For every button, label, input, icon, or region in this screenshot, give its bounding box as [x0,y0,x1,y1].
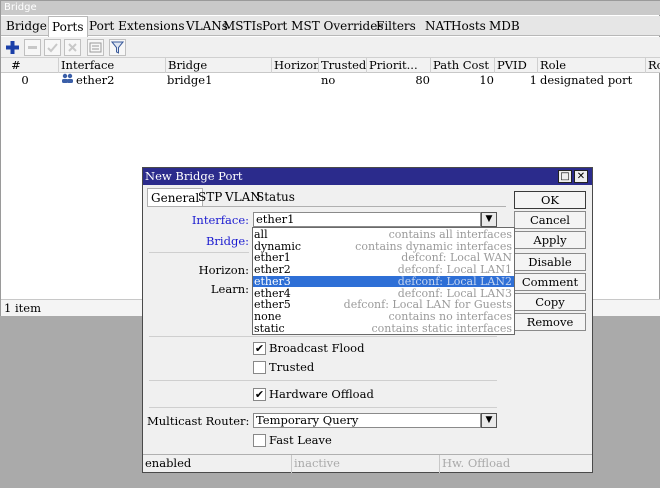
dialog-tab-status[interactable]: Status [253,188,298,206]
dropdown-option-ether3[interactable]: ether3 defconf: Local LAN2 [253,276,514,288]
trusted-checkbox[interactable] [253,361,266,374]
col-role[interactable]: Role [537,58,645,73]
disable-icon[interactable] [64,39,81,56]
interface-field[interactable]: ether1 [253,212,481,227]
col-bridge[interactable]: Bridge [165,58,271,73]
col-trusted[interactable]: Trusted [318,58,366,73]
multicast-router-select[interactable]: Temporary Query [253,413,481,428]
toolbar [1,37,660,58]
fast-leave-checkbox[interactable] [253,434,266,447]
remove-icon[interactable] [24,39,41,56]
horizon-label: Horizon: [198,263,249,277]
apply-button[interactable]: Apply [514,231,586,249]
divider [149,336,497,337]
filter-icon[interactable] [109,39,126,56]
close-icon[interactable]: ✕ [574,170,588,183]
tab-filters[interactable]: Filters [373,16,419,36]
col-path-cost[interactable]: Path Cost [430,58,494,73]
maximize-icon[interactable]: □ [558,170,572,183]
multicast-router-label: Multicast Router: [147,414,250,428]
tab-hosts[interactable]: Hosts [448,16,489,36]
status-enabled: enabled [143,455,292,473]
col-root[interactable]: Roo [645,58,660,73]
remove-button[interactable]: Remove [514,313,586,331]
table-row[interactable]: 0 ether2 bridge1 no 80 10 1 designated p… [1,73,660,87]
grid-header: # Interface Bridge Horizon Trusted Prior… [1,58,660,73]
dialog-title: New Bridge Port [143,168,592,185]
multicast-router-dropdown-icon[interactable]: ▼ [481,413,497,428]
tab-port-mst-overrides[interactable]: Port MST Overrides [259,16,386,36]
hardware-offload-label: Hardware Offload [269,387,374,401]
divider [149,380,497,381]
copy-button[interactable]: Copy [514,293,586,311]
cell-path-cost: 10 [479,73,494,87]
window-title: Bridge [1,1,660,15]
broadcast-flood-checkbox[interactable]: ✔ [253,342,266,355]
disable-button[interactable]: Disable [514,253,586,271]
dropdown-option-none[interactable]: none contains no interfaces [253,311,514,323]
interface-dropdown-list: all contains all interfaces dynamic contai… [252,227,515,335]
dropdown-option-all[interactable]: all contains all interfaces [253,229,514,241]
broadcast-flood-label: Broadcast Flood [269,341,365,355]
tab-port-extensions[interactable]: Port Extensions [86,16,187,36]
cell-priority: 80 [415,73,430,87]
bridge-label: Bridge: [205,234,249,248]
enable-icon[interactable] [44,39,61,56]
learn-label: Learn: [210,282,249,296]
cell-pvid: 1 [529,73,537,87]
trusted-label: Trusted [269,360,315,374]
divider [149,252,249,253]
tab-ports[interactable]: Ports [48,16,88,37]
fast-leave-label: Fast Leave [269,433,332,447]
cell-num: 0 [21,73,29,87]
add-icon[interactable] [4,39,21,56]
ok-button[interactable]: OK [514,191,586,209]
interface-label: Interface: [191,213,249,227]
dialog-status-bar: enabled inactive Hw. Offload [143,454,592,473]
col-interface[interactable]: Interface [58,58,165,73]
col-num[interactable]: # [1,58,29,73]
cancel-button[interactable]: Cancel [514,211,586,229]
status-inactive: inactive [292,455,440,473]
cell-interface: ether2 [76,73,115,87]
divider [149,407,497,408]
comment-icon[interactable] [87,39,104,56]
tab-bar: Bridge Ports Port Extensions VLANs MSTIs… [1,16,660,37]
col-pvid[interactable]: PVID [494,58,537,73]
cell-role: designated port [540,73,633,87]
dialog-tab-stp[interactable]: STP [195,188,225,206]
tab-mdb[interactable]: MDB [486,16,523,36]
cell-bridge: bridge1 [167,73,213,87]
interface-dropdown-icon[interactable]: ▼ [481,212,497,227]
comment-button[interactable]: Comment [514,273,586,291]
interface-icon [61,73,74,87]
col-priority[interactable]: Priorit... [366,58,430,73]
hardware-offload-checkbox[interactable]: ✔ [253,388,266,401]
col-horizon[interactable]: Horizon [271,58,318,73]
status-hw-offload: Hw. Offload [442,456,511,470]
cell-trusted: no [321,73,336,87]
dropdown-option-static[interactable]: static contains static interfaces [253,323,514,335]
tab-bridge[interactable]: Bridge [3,16,50,36]
